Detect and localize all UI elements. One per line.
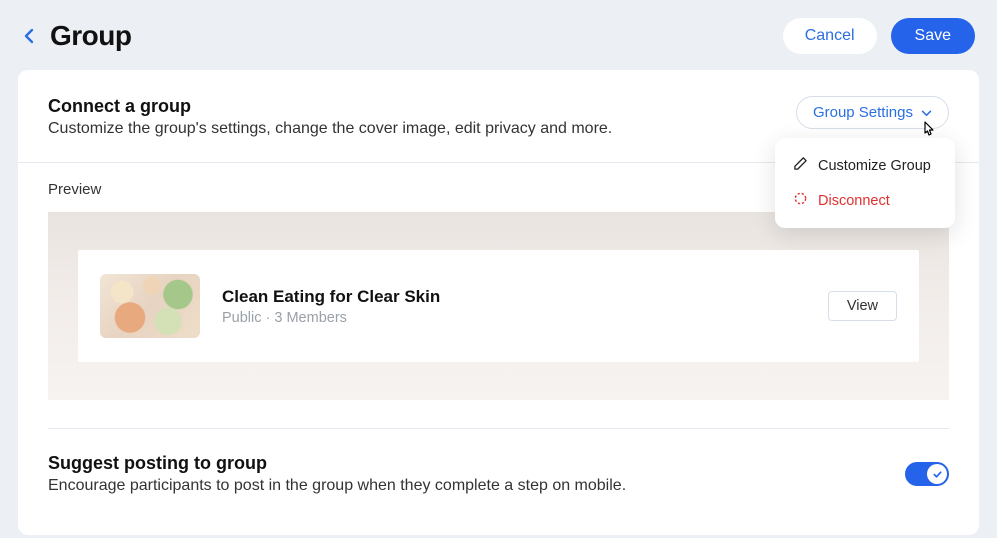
divider (48, 428, 949, 429)
group-name: Clean Eating for Clear Skin (222, 287, 806, 307)
page-title: Group (50, 20, 132, 52)
view-button[interactable]: View (828, 291, 897, 321)
dropdown-disconnect-label: Disconnect (818, 193, 890, 209)
back-arrow-icon[interactable] (22, 28, 36, 44)
suggest-desc: Encourage participants to post in the gr… (48, 477, 626, 495)
chevron-down-icon (921, 104, 932, 121)
group-settings-button[interactable]: Group Settings (796, 96, 949, 129)
group-settings-dropdown: Customize Group Disconnect (775, 138, 955, 228)
toggle-knob (927, 464, 947, 484)
check-icon (932, 469, 943, 480)
dropdown-customize-group[interactable]: Customize Group (775, 148, 955, 183)
group-thumbnail (100, 274, 200, 338)
dropdown-disconnect[interactable]: Disconnect (775, 183, 955, 218)
disconnect-icon (793, 191, 808, 210)
connect-title: Connect a group (48, 96, 612, 117)
cancel-button[interactable]: Cancel (783, 18, 877, 54)
group-settings-label: Group Settings (813, 104, 913, 121)
suggest-toggle[interactable] (905, 462, 949, 486)
preview-card: Clean Eating for Clear Skin Public · 3 M… (78, 250, 919, 362)
connect-desc: Customize the group's settings, change t… (48, 120, 612, 138)
suggest-title: Suggest posting to group (48, 453, 626, 474)
save-button[interactable]: Save (891, 18, 975, 54)
preview-box: Clean Eating for Clear Skin Public · 3 M… (48, 212, 949, 400)
pencil-icon (793, 156, 808, 175)
group-meta: Public · 3 Members (222, 310, 806, 326)
dropdown-customize-label: Customize Group (818, 158, 931, 174)
